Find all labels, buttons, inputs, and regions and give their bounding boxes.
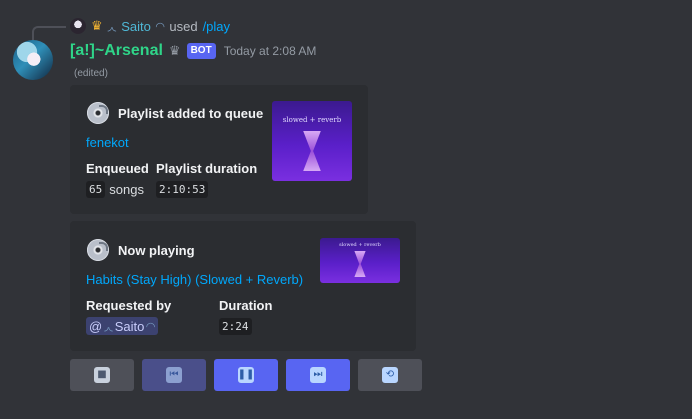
- track-link[interactable]: Habits (Stay High) (Slowed + Reverb): [86, 272, 303, 287]
- playlist-link[interactable]: fenekot: [86, 135, 129, 150]
- requester-mention[interactable]: @ ◞◟ Saito ◜◝: [86, 317, 158, 335]
- embed-now-playing: Now playing Habits (Stay High) (Slowed +…: [70, 221, 416, 351]
- enqueued-unit: songs: [109, 182, 144, 197]
- thumbnail-caption: slowed + reverb: [339, 242, 381, 248]
- field-enqueued-value: 65 songs: [86, 181, 144, 198]
- stop-icon: ■: [94, 367, 110, 383]
- track-thumbnail[interactable]: slowed + reverb: [320, 238, 400, 283]
- reply-avatar[interactable]: [70, 18, 86, 34]
- field-enqueued-label: Enqueued: [86, 161, 149, 176]
- field-duration-value: 2:10:53: [156, 181, 209, 198]
- mention-username: Saito: [114, 318, 145, 334]
- embed-playlist-added: Playlist added to queue fenekot Enqueued…: [70, 85, 368, 214]
- crown-icon: ♛: [91, 18, 103, 33]
- reply-used-text: used: [169, 18, 198, 34]
- stop-button[interactable]: ■: [70, 359, 134, 391]
- decoration-icon: ◜◝: [146, 320, 155, 333]
- decoration-icon: ◞◟: [104, 320, 113, 333]
- reply-username[interactable]: Saito: [121, 19, 151, 34]
- embed-title: Now playing: [118, 243, 195, 258]
- previous-icon: ⏮: [166, 367, 182, 383]
- skip-button[interactable]: ⏭: [286, 359, 350, 391]
- reply-spine: [32, 26, 66, 40]
- reply-reference[interactable]: ♛ ◞◟ Saito ◜◝ used /play: [70, 17, 230, 35]
- field-duration-value: 2:24: [219, 318, 252, 335]
- disc-icon: [87, 239, 109, 261]
- enqueued-count: 65: [86, 181, 106, 198]
- crown-icon: ♛: [168, 43, 181, 58]
- hourglass-artwork: [354, 251, 366, 277]
- thumbnail-caption: slowed + reverb: [282, 116, 342, 124]
- pause-button[interactable]: ❚❚: [214, 359, 278, 391]
- decoration-icon: ◜◝: [155, 20, 165, 33]
- skip-icon: ⏭: [310, 367, 326, 383]
- track-duration: 2:24: [219, 318, 252, 335]
- field-requested-by-label: Requested by: [86, 298, 172, 313]
- playlist-thumbnail[interactable]: slowed + reverb: [272, 101, 352, 181]
- message-header: [a!]~Arsenal ♛ BOT Today at 2:08 AM: [70, 40, 316, 62]
- playlist-duration: 2:10:53: [156, 181, 209, 198]
- loop-icon: ⟲: [382, 367, 398, 383]
- mention-at: @: [89, 318, 103, 334]
- embed-title: Playlist added to queue: [118, 106, 264, 121]
- message-timestamp: Today at 2:08 AM: [223, 44, 317, 58]
- decoration-icon: ◞◟: [107, 20, 117, 33]
- bot-tag: BOT: [186, 43, 216, 59]
- field-duration-label: Duration: [219, 298, 273, 313]
- pause-icon: ❚❚: [238, 367, 254, 383]
- field-duration-label: Playlist duration: [156, 161, 258, 176]
- edited-label: (edited): [74, 68, 108, 79]
- previous-button[interactable]: ⏮: [142, 359, 206, 391]
- disc-icon: [87, 102, 109, 124]
- bot-avatar[interactable]: [13, 40, 53, 80]
- hourglass-artwork: [303, 131, 321, 171]
- bot-username[interactable]: [a!]~Arsenal: [70, 42, 163, 60]
- loop-button[interactable]: ⟲: [358, 359, 422, 391]
- reply-command[interactable]: /play: [203, 19, 230, 34]
